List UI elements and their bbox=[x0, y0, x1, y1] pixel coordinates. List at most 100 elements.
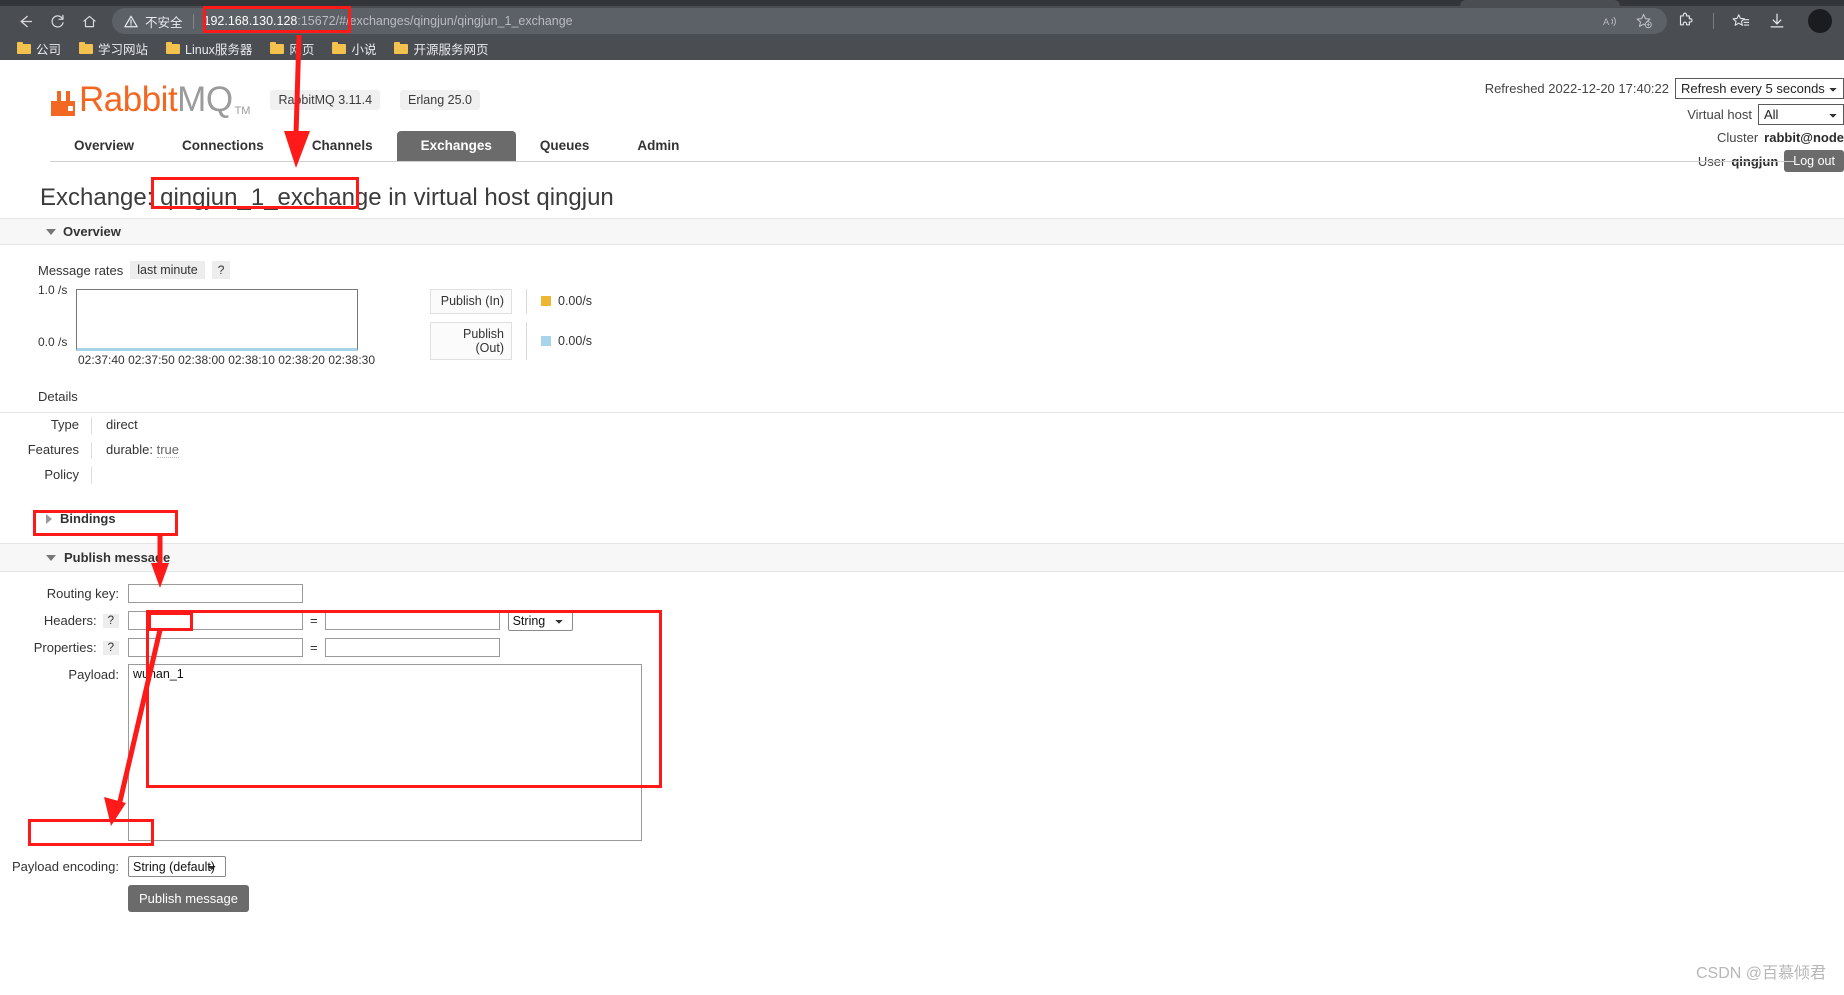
favorites-icon[interactable] bbox=[1732, 13, 1750, 30]
legend-value-publish-out: 0.00/s bbox=[541, 334, 592, 348]
chart-xtick-labels: 02:37:40 02:37:50 02:38:00 02:38:10 02:3… bbox=[78, 353, 408, 367]
chart-ytick-min: 0.0 /s bbox=[38, 335, 68, 350]
legend-button-publish-in[interactable]: Publish (In) bbox=[430, 289, 512, 314]
omnibox-actions: A bbox=[1603, 8, 1661, 34]
main-navigation: Overview Connections Channels Exchanges … bbox=[50, 131, 1794, 163]
folder-icon bbox=[394, 42, 409, 54]
browser-tab-active[interactable] bbox=[1460, 0, 1620, 6]
payload-row: Payload: wuhan_1 bbox=[0, 664, 1844, 846]
rabbitmq-logo-icon bbox=[50, 89, 76, 117]
vhost-label: Virtual host bbox=[1687, 107, 1752, 122]
properties-help-icon[interactable]: ? bbox=[102, 640, 119, 655]
page-title: Exchange: qingjun_1_exchange in virtual … bbox=[40, 184, 1844, 212]
overview-section-label: Overview bbox=[63, 224, 121, 240]
bookmark-item[interactable]: 开源服务网页 bbox=[385, 37, 497, 59]
routing-key-input[interactable] bbox=[128, 584, 303, 604]
details-label: Details bbox=[38, 389, 78, 405]
watermark: CSDN @百慕倾君 bbox=[1695, 965, 1826, 982]
overview-section-header[interactable]: Overview bbox=[0, 218, 1844, 246]
legend-button-publish-out[interactable]: Publish (Out) bbox=[430, 321, 512, 361]
bookmark-item[interactable]: 公司 bbox=[8, 37, 70, 59]
details-row-type: Type direct bbox=[0, 413, 1844, 438]
message-rates-chart: 1.0 /s 0.0 /s 02:37:40 02:37:50 02:38:00… bbox=[38, 283, 1844, 367]
erlang-version-badge: Erlang 25.0 bbox=[400, 89, 480, 110]
chart-xtick: 02:37:50 bbox=[128, 353, 175, 368]
browser-chrome: 不安全 192.168.130.128:15672/#/exchanges/qi… bbox=[0, 0, 1844, 60]
read-aloud-icon[interactable]: A bbox=[1603, 14, 1620, 29]
tab-queues[interactable]: Queues bbox=[516, 131, 614, 161]
url-host: 192.168.130.128 bbox=[203, 14, 298, 28]
feature-name-durable: durable: bbox=[106, 442, 153, 458]
publish-message-button[interactable]: Publish message bbox=[128, 885, 249, 913]
details-key-features: Features bbox=[0, 442, 92, 460]
browser-tabstrip bbox=[0, 0, 1844, 6]
payload-encoding-row: Payload encoding: String (default) bbox=[0, 856, 1844, 878]
payload-encoding-select[interactable]: String (default) bbox=[128, 856, 226, 878]
app-header: RabbitMQ TM RabbitMQ 3.11.4 Erlang 25.0 … bbox=[0, 60, 1844, 172]
message-rates-period[interactable]: last minute bbox=[130, 261, 205, 280]
publish-message-section-header[interactable]: Publish message bbox=[0, 543, 1844, 573]
bookmark-label: 小说 bbox=[351, 42, 377, 57]
tab-admin[interactable]: Admin bbox=[613, 131, 703, 161]
payload-textarea[interactable]: wuhan_1 bbox=[128, 664, 642, 842]
feature-value-durable: true bbox=[156, 442, 180, 459]
headers-help-icon[interactable]: ? bbox=[102, 613, 119, 628]
bookmark-item[interactable]: 网页 bbox=[261, 37, 323, 59]
legend-rate-publish-in: 0.00/s bbox=[558, 294, 593, 309]
publish-message-form: Routing key: Headers: ? = String Propert… bbox=[0, 584, 1844, 913]
headers-name-input[interactable] bbox=[128, 611, 303, 631]
properties-row: Properties: ? = bbox=[0, 638, 1844, 658]
properties-label: Properties: bbox=[33, 640, 97, 656]
not-secure-label: 不安全 bbox=[145, 15, 183, 30]
details-key-type: Type bbox=[0, 417, 92, 435]
chevron-down-icon bbox=[46, 228, 56, 235]
add-favorite-icon[interactable] bbox=[1636, 13, 1653, 29]
profile-avatar[interactable] bbox=[1808, 9, 1832, 33]
home-icon[interactable] bbox=[74, 8, 104, 34]
details-row-policy: Policy bbox=[0, 463, 1844, 488]
downloads-icon[interactable] bbox=[1768, 12, 1786, 30]
rabbitmq-logo[interactable]: RabbitMQ TM bbox=[50, 82, 250, 117]
chart-xtick: 02:38:30 bbox=[328, 353, 376, 368]
legend-row-publish-in: Publish (In) 0.00/s bbox=[430, 289, 593, 314]
bookmark-label: 开源服务网页 bbox=[413, 42, 489, 57]
bookmark-item[interactable]: 学习网站 bbox=[70, 37, 157, 59]
bindings-section-header[interactable]: Bindings bbox=[0, 504, 1844, 534]
details-table: Type direct Features durable: true Polic… bbox=[0, 412, 1844, 488]
chart-xtick: 02:38:10 bbox=[228, 353, 275, 368]
extensions-icon[interactable] bbox=[1677, 12, 1695, 30]
message-rates-label: Message rates bbox=[38, 262, 124, 278]
headers-type-select[interactable]: String bbox=[507, 610, 573, 632]
omnibox-divider bbox=[192, 13, 194, 29]
tab-exchanges[interactable]: Exchanges bbox=[396, 131, 516, 162]
logo-trademark: TM bbox=[234, 105, 251, 117]
tab-channels[interactable]: Channels bbox=[288, 131, 397, 161]
reload-icon[interactable] bbox=[42, 8, 72, 34]
refresh-interval-select[interactable]: Refresh every 5 seconds bbox=[1675, 78, 1844, 99]
headers-value-input[interactable] bbox=[324, 611, 500, 631]
rabbitmq-version-badge: RabbitMQ 3.11.4 bbox=[270, 89, 381, 110]
url-path: /exchanges/qingjun/qingjun_1_exchange bbox=[346, 14, 573, 28]
folder-icon bbox=[332, 42, 347, 54]
payload-wrap: wuhan_1 bbox=[128, 664, 642, 846]
bookmark-item[interactable]: Linux服务器 bbox=[157, 37, 261, 59]
not-secure-warning-icon bbox=[124, 15, 138, 28]
headers-label: Headers: bbox=[43, 613, 97, 629]
address-bar[interactable]: 不安全 192.168.130.128:15672/#/exchanges/qi… bbox=[112, 8, 1667, 34]
chart-plot-area bbox=[76, 289, 358, 352]
back-icon[interactable] bbox=[10, 8, 40, 34]
bookmark-item[interactable]: 小说 bbox=[323, 37, 385, 59]
properties-value-input[interactable] bbox=[324, 638, 500, 658]
message-rates-row: Message rates last minute ? bbox=[38, 261, 1844, 280]
bookmark-label: 公司 bbox=[36, 42, 62, 57]
legend-row-publish-out: Publish (Out) 0.00/s bbox=[430, 321, 592, 361]
chevron-right-icon bbox=[46, 513, 52, 524]
tab-connections[interactable]: Connections bbox=[158, 131, 288, 161]
tab-overview[interactable]: Overview bbox=[50, 131, 158, 161]
routing-key-label: Routing key: bbox=[46, 586, 119, 602]
payload-label: Payload: bbox=[68, 667, 119, 683]
help-icon[interactable]: ? bbox=[211, 261, 231, 280]
refresh-row: Refreshed 2022-12-20 17:40:22 Refresh ev… bbox=[1485, 78, 1844, 99]
vhost-select[interactable]: All bbox=[1758, 104, 1844, 125]
properties-name-input[interactable] bbox=[128, 638, 303, 658]
